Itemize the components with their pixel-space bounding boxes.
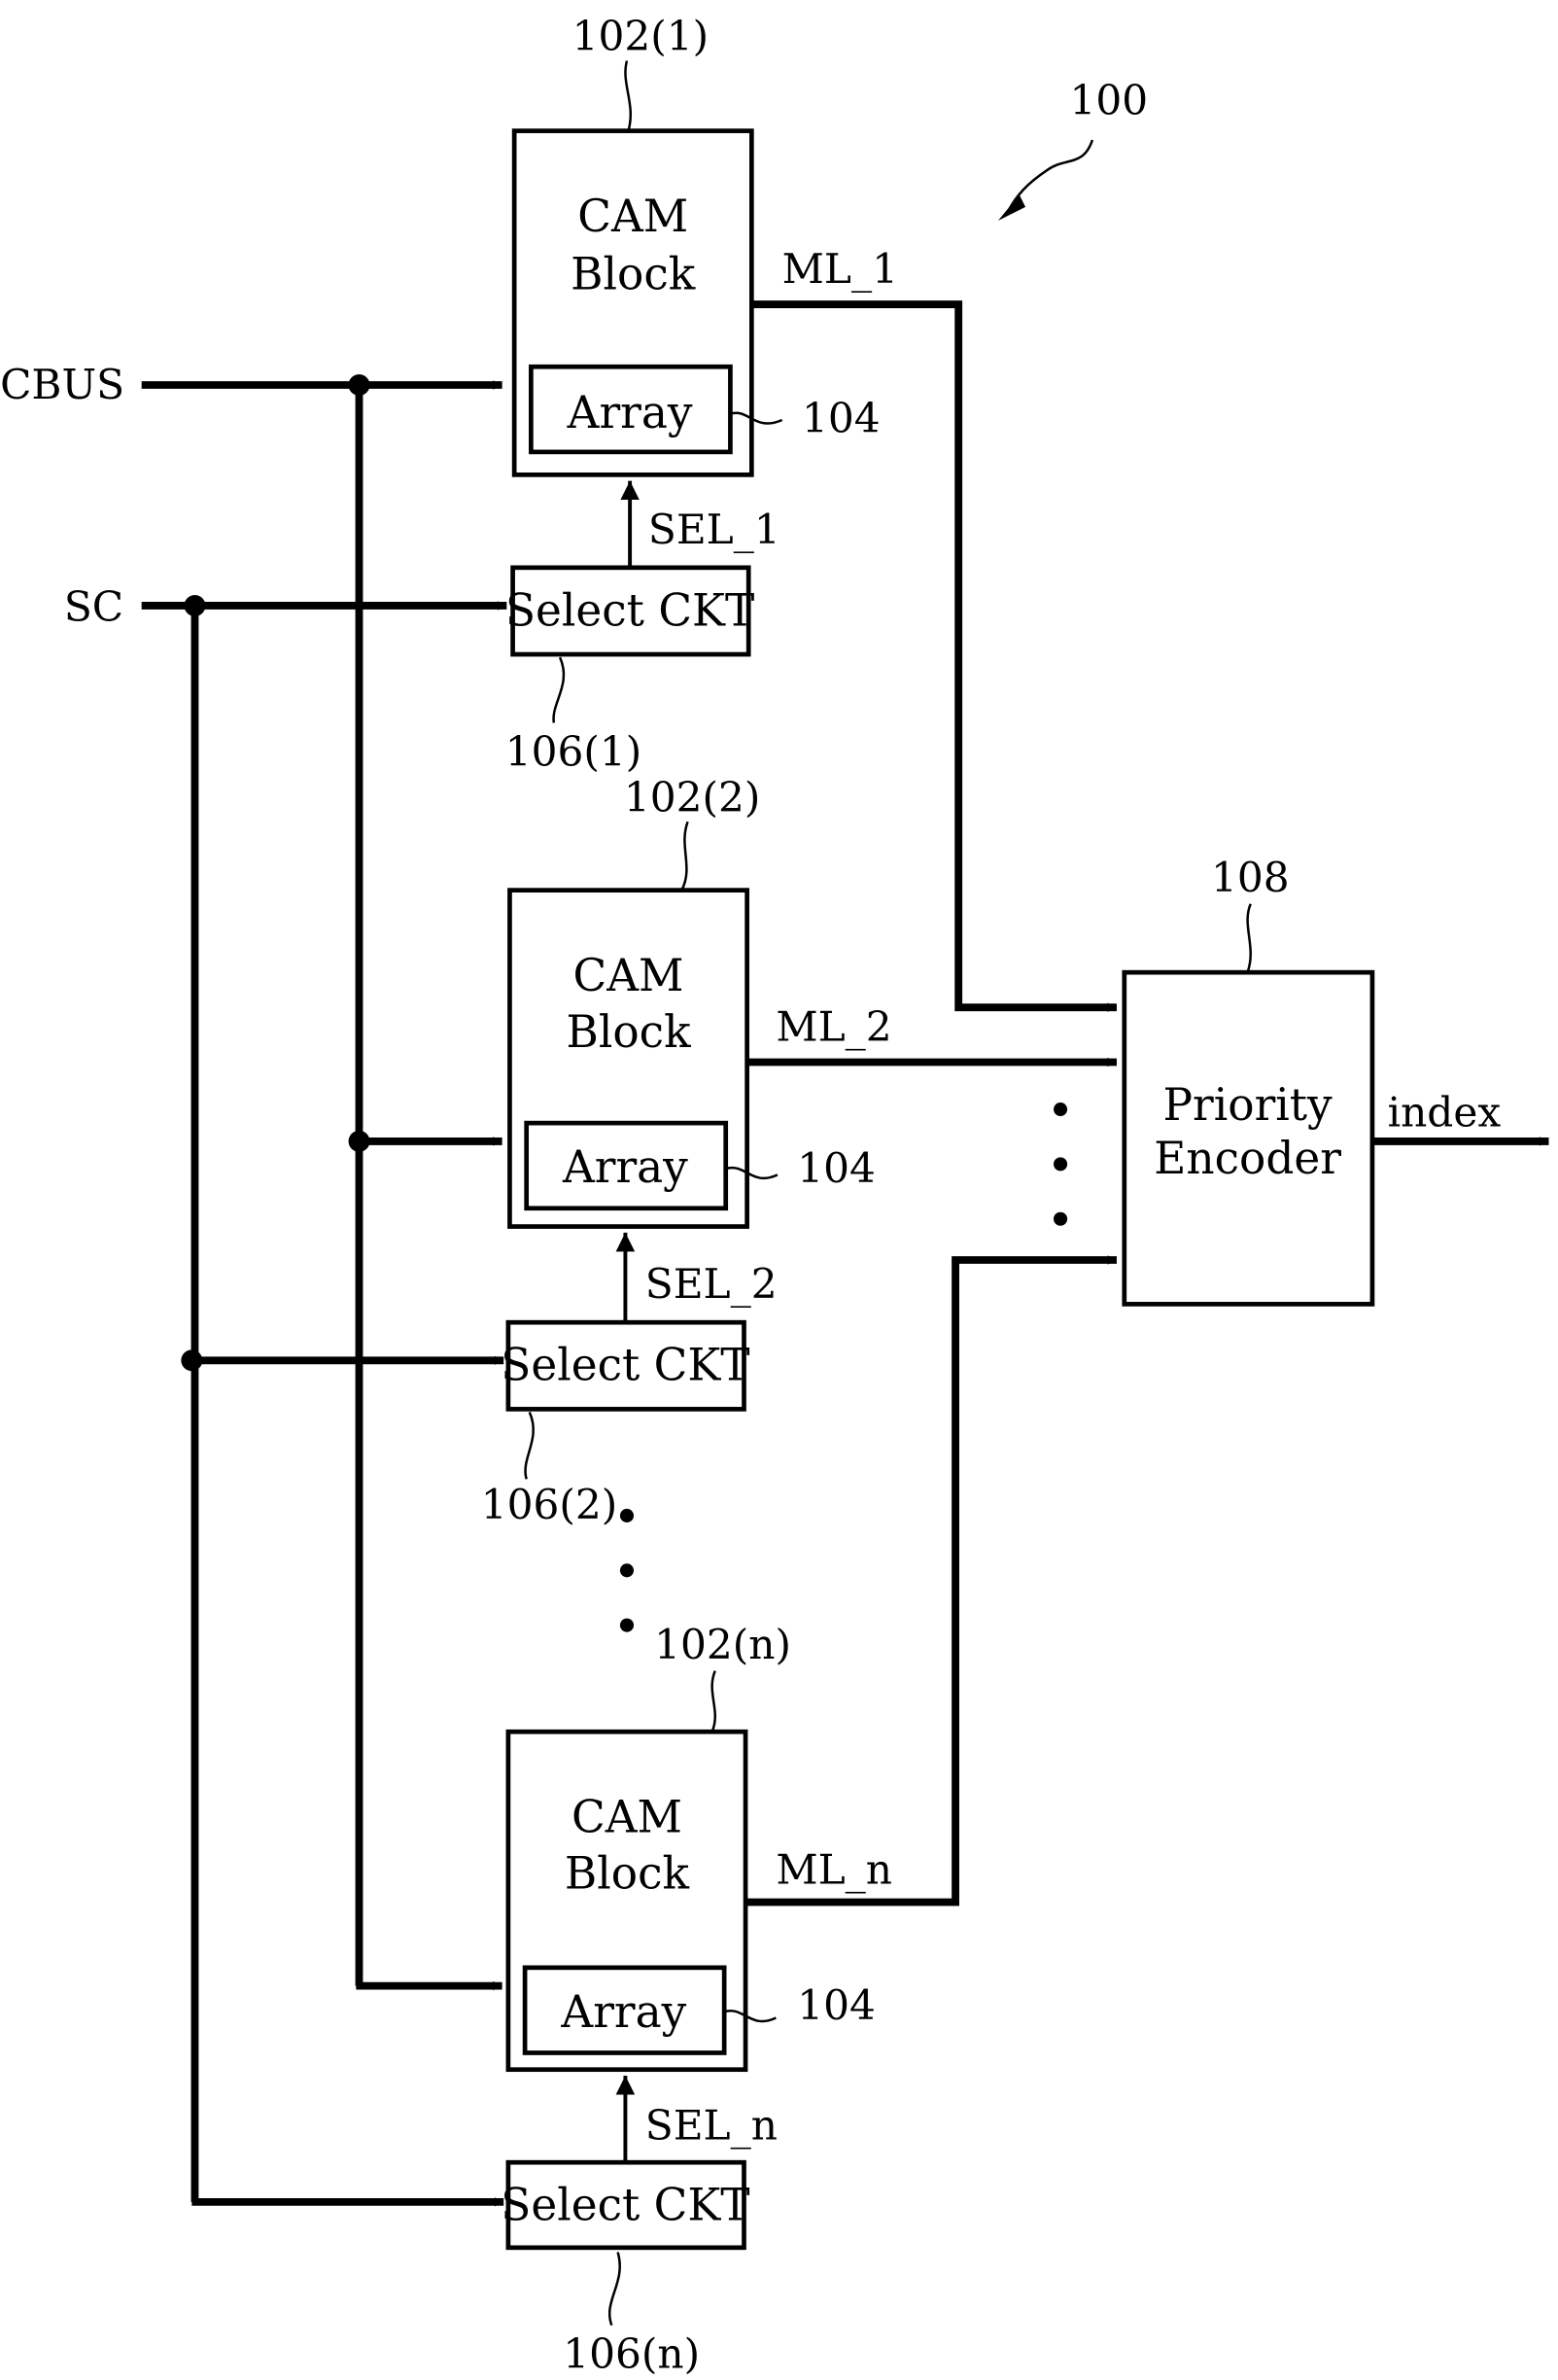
cam-block-2: 102(2) CAM Block Array 104 ML_2 SEL_2 Se… (481, 773, 892, 1528)
cam-block-subtitle: Block (571, 248, 696, 299)
array-ref: 104 (797, 1144, 876, 1192)
select-ckt-label: Select CKT (505, 584, 754, 636)
ellipsis-dot (619, 1563, 635, 1578)
sc-label: SC (64, 583, 123, 631)
cam-block-subtitle: Block (565, 1847, 690, 1899)
cam-block-ref: 102(1) (572, 13, 710, 60)
cam-block-title: CAM (573, 950, 684, 1001)
cam-block-n: 102(n) CAM Block Array 104 ML_n SEL_n Se… (501, 1621, 892, 2377)
select-ckt-label: Select CKT (501, 1340, 749, 1391)
select-ckt-label: Select CKT (501, 2180, 749, 2231)
cam-block-ref: 102(2) (624, 773, 761, 821)
figure-ref-arrowhead (997, 194, 1026, 221)
index-label: index (1388, 1088, 1502, 1136)
sel-label: SEL_n (645, 2102, 778, 2150)
encoder-title: Priority (1163, 1079, 1333, 1131)
array-ref: 104 (797, 1981, 876, 2029)
cam-block-title: CAM (577, 191, 688, 242)
ellipsis-dot (619, 1508, 635, 1522)
encoder-subtitle: Encoder (1154, 1133, 1341, 1184)
cam-block-ref-leader (710, 1670, 716, 1732)
select-ckt-ref: 106(1) (505, 727, 642, 775)
figure-ref: 100 (1069, 76, 1148, 123)
array-label: Array (567, 387, 693, 438)
cam-block-ref-leader (680, 821, 689, 892)
select-ref-leader (608, 2252, 621, 2327)
cam-diagram: 100 CBUS SC 102(1) CAM Block Array 104 M… (0, 13, 1549, 2377)
match-line-n-wire (745, 1255, 1117, 1907)
ellipsis-dot (1054, 1157, 1068, 1172)
select-ckt-ref: 106(n) (563, 2329, 700, 2377)
cam-block-subtitle: Block (566, 1006, 691, 1058)
cam-block-ref: 102(n) (654, 1621, 791, 1668)
match-line-label: ML_2 (776, 1003, 891, 1051)
sc-junction-2 (181, 1349, 203, 1372)
encoder-ref: 108 (1211, 854, 1290, 901)
ellipsis-dot (1054, 1102, 1068, 1117)
select-ref-leader (552, 656, 566, 723)
cbus-junction-2 (348, 1130, 370, 1152)
priority-encoder: 108 Priority Encoder index (1122, 854, 1549, 1307)
cbus-junction-1 (348, 374, 370, 396)
ellipsis-dot (1054, 1211, 1068, 1226)
ellipsis-dot (619, 1618, 635, 1632)
sel-label: SEL_2 (645, 1260, 778, 1308)
match-line-label: ML_n (776, 1846, 892, 1894)
cam-block-1: 102(1) CAM Block Array 104 ML_1 SEL_1 Se… (505, 13, 898, 776)
cbus-label: CBUS (0, 361, 124, 408)
cam-block-title: CAM (571, 1792, 682, 1843)
cam-block-ref-leader (624, 60, 633, 131)
array-ref: 104 (802, 395, 881, 442)
match-line-label: ML_1 (782, 245, 898, 293)
encoder-ref-leader (1246, 903, 1252, 973)
select-ref-leader (524, 1412, 535, 1480)
select-ckt-ref: 106(2) (481, 1481, 618, 1528)
sel-label: SEL_1 (648, 506, 780, 553)
array-label: Array (560, 1986, 686, 2038)
array-label: Array (562, 1141, 688, 1193)
sc-junction-1 (184, 595, 206, 616)
